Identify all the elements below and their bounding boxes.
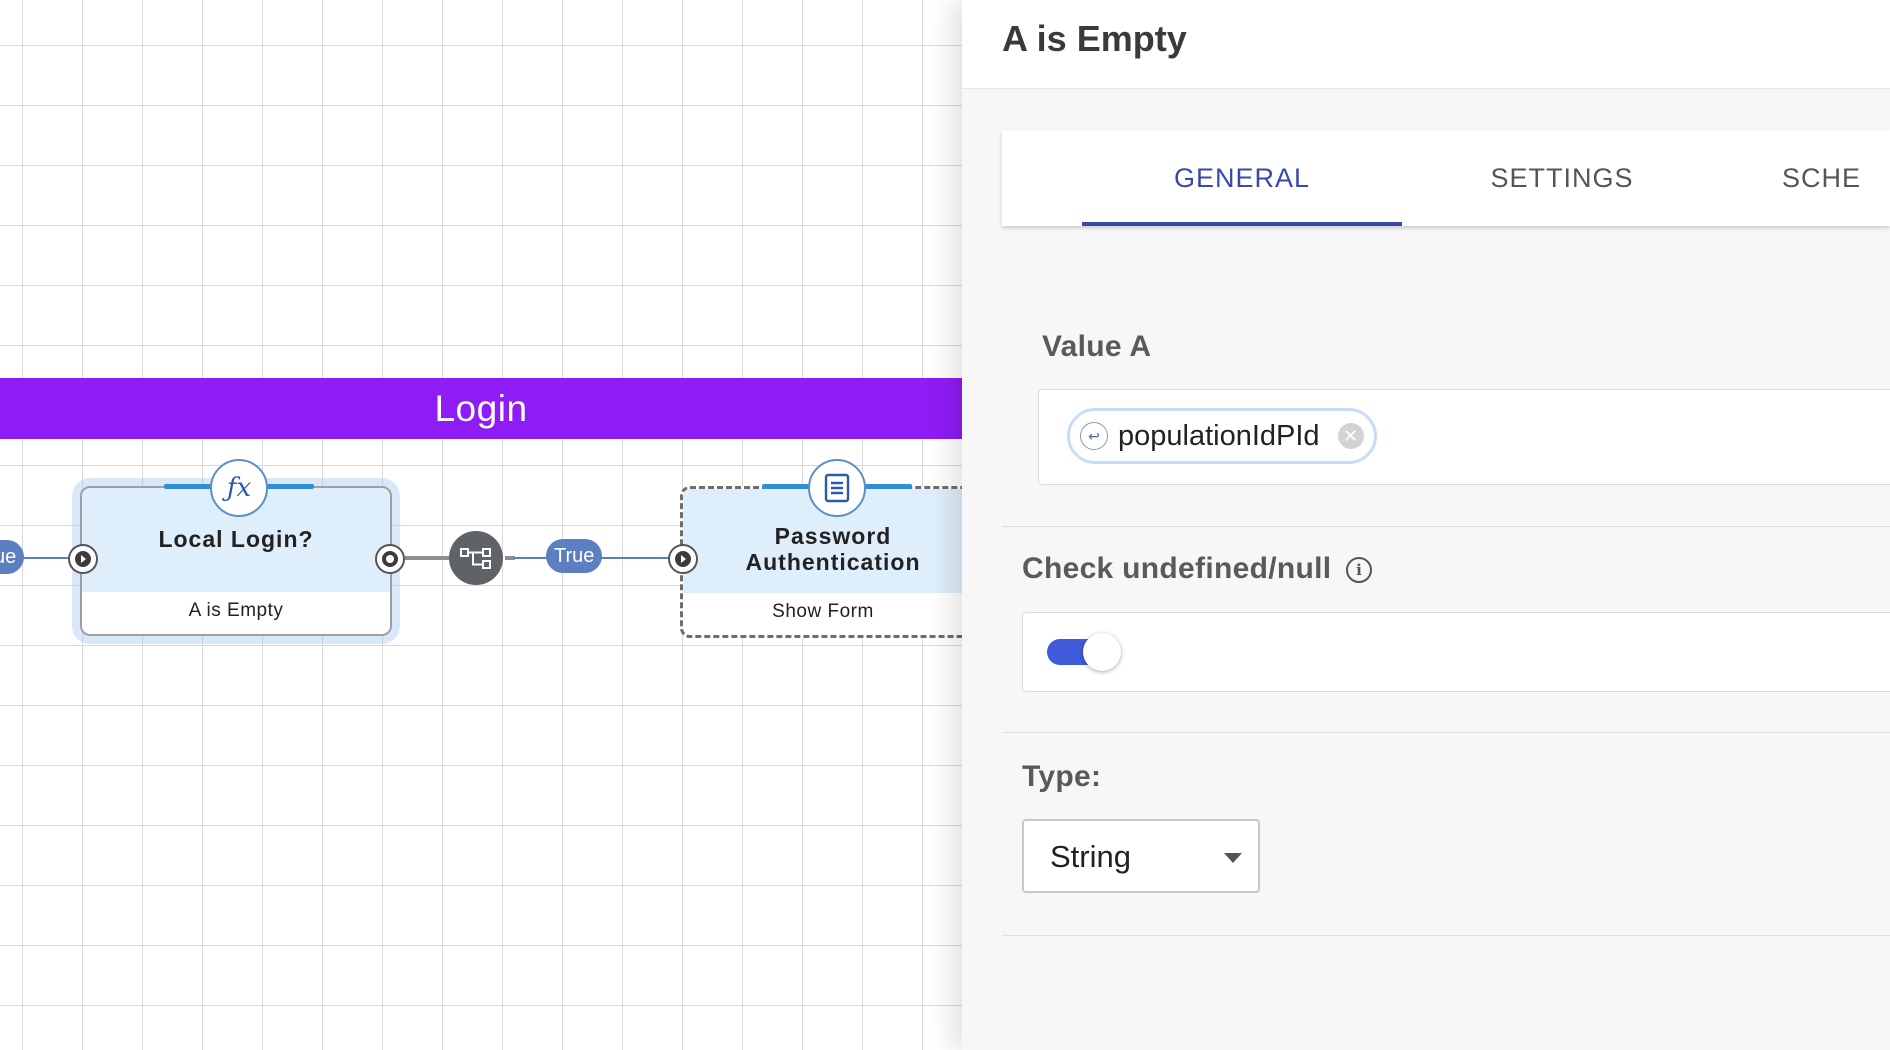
branch-splitter-icon[interactable] xyxy=(449,531,503,585)
type-label: Type: xyxy=(1022,760,1102,793)
panel-title: A is Empty xyxy=(1002,18,1187,59)
properties-panel: A is Empty GENERAL SETTINGS SCHE Value A… xyxy=(962,0,1890,1050)
remove-chip-icon[interactable]: ✕ xyxy=(1337,423,1364,449)
form-icon xyxy=(808,459,866,517)
node-title: Password Authentication xyxy=(745,523,921,575)
type-select[interactable]: String xyxy=(1022,819,1260,893)
connector-edge xyxy=(505,556,515,560)
tab-general[interactable]: GENERAL xyxy=(1082,130,1402,226)
variable-return-icon: ↩ xyxy=(1080,422,1108,450)
node-subtitle: A is Empty xyxy=(188,600,284,621)
connector-edge xyxy=(405,556,449,560)
section-divider xyxy=(1002,732,1890,733)
node-title: Local Login? xyxy=(158,526,314,552)
function-icon: ƒx xyxy=(210,459,268,517)
tab-schedule[interactable]: SCHE xyxy=(1782,130,1890,226)
chip-label: populationIdPId xyxy=(1118,419,1320,452)
chevron-down-icon xyxy=(1224,853,1242,863)
type-select-value: String xyxy=(1050,839,1131,874)
panel-tabs: GENERAL SETTINGS SCHE xyxy=(1002,130,1890,226)
value-a-label: Value A xyxy=(1042,330,1152,363)
active-tab-indicator xyxy=(1082,222,1402,226)
info-icon[interactable]: i xyxy=(1346,557,1372,583)
input-port[interactable] xyxy=(668,544,698,574)
variable-chip[interactable]: ↩ populationIdPId ✕ xyxy=(1067,408,1377,464)
input-port[interactable] xyxy=(68,544,98,574)
output-port[interactable] xyxy=(375,544,405,574)
value-a-field[interactable]: ↩ populationIdPId ✕ xyxy=(1038,389,1890,485)
incoming-edge-label[interactable]: ue xyxy=(0,540,25,574)
true-edge-label[interactable]: True xyxy=(546,539,603,573)
section-divider xyxy=(1002,526,1890,527)
check-undefined-label: Check undefined/null xyxy=(1022,552,1332,585)
panel-header: A is Empty xyxy=(962,0,1890,89)
flow-canvas[interactable]: Login ue Local Login? A is Empty ƒx True… xyxy=(0,0,962,1050)
section-divider xyxy=(1002,935,1890,936)
tab-settings[interactable]: SETTINGS xyxy=(1402,130,1722,226)
check-undefined-field xyxy=(1022,612,1890,692)
toggle-thumb[interactable] xyxy=(1083,633,1121,671)
node-subtitle: Show Form xyxy=(772,601,874,622)
section-banner: Login xyxy=(0,378,962,439)
